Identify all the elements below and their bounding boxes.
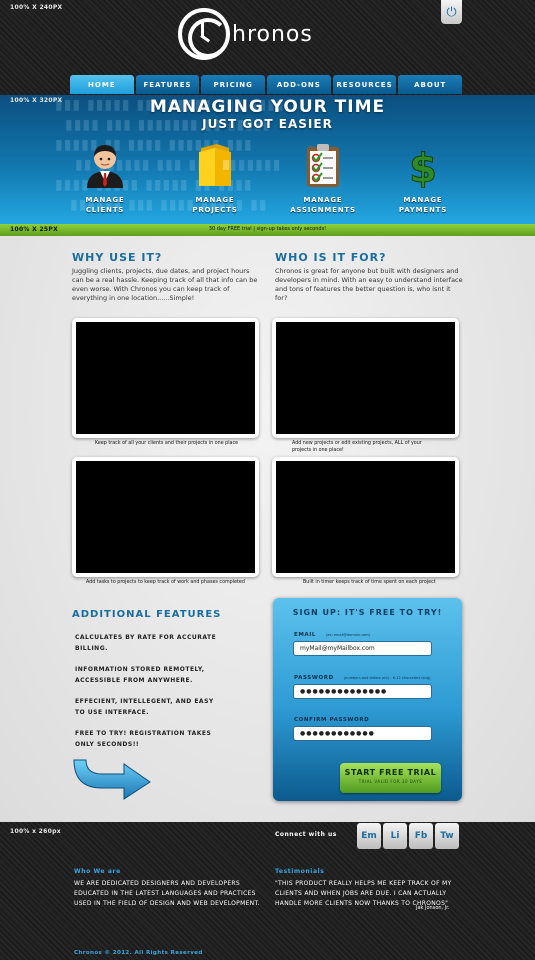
clock-icon <box>178 8 230 60</box>
feature-list-item: Effecient, intellegent, and easy to use … <box>75 698 214 716</box>
power-button[interactable]: ⏻ <box>441 0 462 24</box>
video-projects[interactable] <box>272 318 459 438</box>
businessman-icon <box>87 145 123 188</box>
feature-label: Manage Payments <box>398 196 448 214</box>
email-label: Email (ex: email@domain.com) <box>294 632 371 638</box>
feature-list-item: Information stored remotely, accessible … <box>75 666 205 684</box>
hero-banner: ▮▮▮ ▮▮▮▮▮ ▮▮ ▮▮▮▮▮▮ ▮▮▮ ▮▮▮▮ ▮▮▮▮ ▮▮▮ ▮▮… <box>0 95 535 224</box>
why-text: Juggling clients, projects, due dates, a… <box>72 267 258 302</box>
feature-label: Manage Assignments <box>290 196 356 214</box>
video-caption: Add new projects or edit existing projec… <box>292 441 422 453</box>
password-field[interactable] <box>293 684 432 699</box>
trial-button-sublabel: Trial valid for 30 days <box>358 779 423 784</box>
main-content: Why use it? Juggling clients, projects, … <box>0 236 535 822</box>
video-screen <box>276 461 455 573</box>
video-caption: Built in timer keeps track of time spent… <box>303 580 436 585</box>
signup-form: Sign up: it's FREE to try! Email (ex: ema… <box>273 598 462 801</box>
confirm-password-field[interactable] <box>293 726 432 741</box>
hero-subtitle: just got easier <box>202 117 333 131</box>
svg-text:$: $ <box>409 146 437 188</box>
feature-label: Manage Projects <box>192 196 238 214</box>
email-hint: (ex: email@domain.com) <box>326 633 371 637</box>
header: 100% X 240PX hronos ⏻ Home Features Pric… <box>0 0 535 96</box>
trial-button-label: Start Free Trial <box>344 768 437 777</box>
nav-about[interactable]: About <box>398 75 463 94</box>
video-screen <box>76 322 255 434</box>
feature-manage-clients[interactable]: Manage Clients <box>65 142 145 215</box>
hero-title: Managing your time <box>149 97 386 117</box>
main-nav: Home Features Pricing Add-ons Resources … <box>70 75 463 94</box>
signup-title: Sign up: it's FREE to try! <box>292 608 443 617</box>
video-tasks[interactable] <box>72 457 259 577</box>
dimension-label: 100% x 260px <box>10 828 61 835</box>
who-text: Chronos is great for anyone but built wi… <box>275 267 463 302</box>
trial-strip: 100% X 25PX 30 day FREE trial | sign-up … <box>0 224 535 236</box>
connect-label: Connect with us <box>275 831 337 838</box>
video-caption: Keep track of all your clients and their… <box>95 441 239 446</box>
testimonial-author: Jak Jonson, Jr. <box>416 905 450 911</box>
feature-list-item: Free to try! registration takes only sec… <box>75 730 212 748</box>
nav-addons[interactable]: Add-ons <box>267 75 331 94</box>
nav-resources[interactable]: Resources <box>332 75 397 94</box>
confirm-password-label: Confirm Password <box>294 717 370 723</box>
nav-home[interactable]: Home <box>70 75 134 94</box>
feature-manage-payments[interactable]: $ Manage Payments <box>383 142 463 215</box>
video-screen <box>76 461 255 573</box>
power-icon: ⏻ <box>446 4 457 20</box>
nav-features[interactable]: Features <box>135 75 200 94</box>
who-we-are-text: We are dedicated designers and developer… <box>74 880 260 907</box>
start-free-trial-button[interactable]: Start Free Trial Trial valid for 30 days <box>340 763 441 793</box>
password-hint: (numbers and letters only - 6-12 charact… <box>343 676 431 680</box>
testimonials-heading: Testimonials <box>275 868 325 875</box>
email-icon[interactable]: Em <box>357 823 381 849</box>
logo-text: hronos <box>232 22 313 47</box>
linkedin-icon[interactable]: Li <box>383 823 407 849</box>
who-heading: Who is it for? <box>275 251 387 264</box>
dimension-label: 100% X 240PX <box>10 4 63 11</box>
email-field[interactable] <box>293 641 432 656</box>
feature-label: Manage Clients <box>85 196 125 214</box>
feature-manage-projects[interactable]: Manage Projects <box>175 142 255 215</box>
chronos-logo[interactable]: hronos <box>178 8 338 60</box>
video-caption: Add tasks to projects to keep track of w… <box>86 580 245 585</box>
twitter-icon[interactable]: Tw <box>435 823 459 849</box>
password-label: Password (numbers and letters only - 6-12… <box>294 675 431 681</box>
trial-strip-text: 30 day FREE trial | sign-up takes only s… <box>208 226 327 232</box>
facebook-icon[interactable]: Fb <box>409 823 433 849</box>
feature-manage-assignments[interactable]: Manage Assignments <box>283 142 363 215</box>
video-screen <box>276 322 455 434</box>
video-clients[interactable] <box>72 318 259 438</box>
feature-list-item: Calculates by rate for accurate billing. <box>75 634 217 652</box>
additional-features-heading: Additional features <box>72 609 222 620</box>
nav-pricing[interactable]: Pricing <box>201 75 266 94</box>
video-timer[interactable] <box>272 457 459 577</box>
dollar-sign-icon: $ <box>409 146 438 193</box>
arrow-right-icon <box>73 759 151 800</box>
copyright: Chronos © 2012. All Rights Reserved <box>74 950 203 956</box>
folder-icon <box>199 144 231 186</box>
footer: 100% x 260px Connect with us Em Li Fb Tw… <box>0 822 535 960</box>
who-we-are-heading: Who We are <box>74 868 121 875</box>
clipboard-checklist-icon <box>307 144 339 187</box>
why-heading: Why use it? <box>72 251 163 264</box>
